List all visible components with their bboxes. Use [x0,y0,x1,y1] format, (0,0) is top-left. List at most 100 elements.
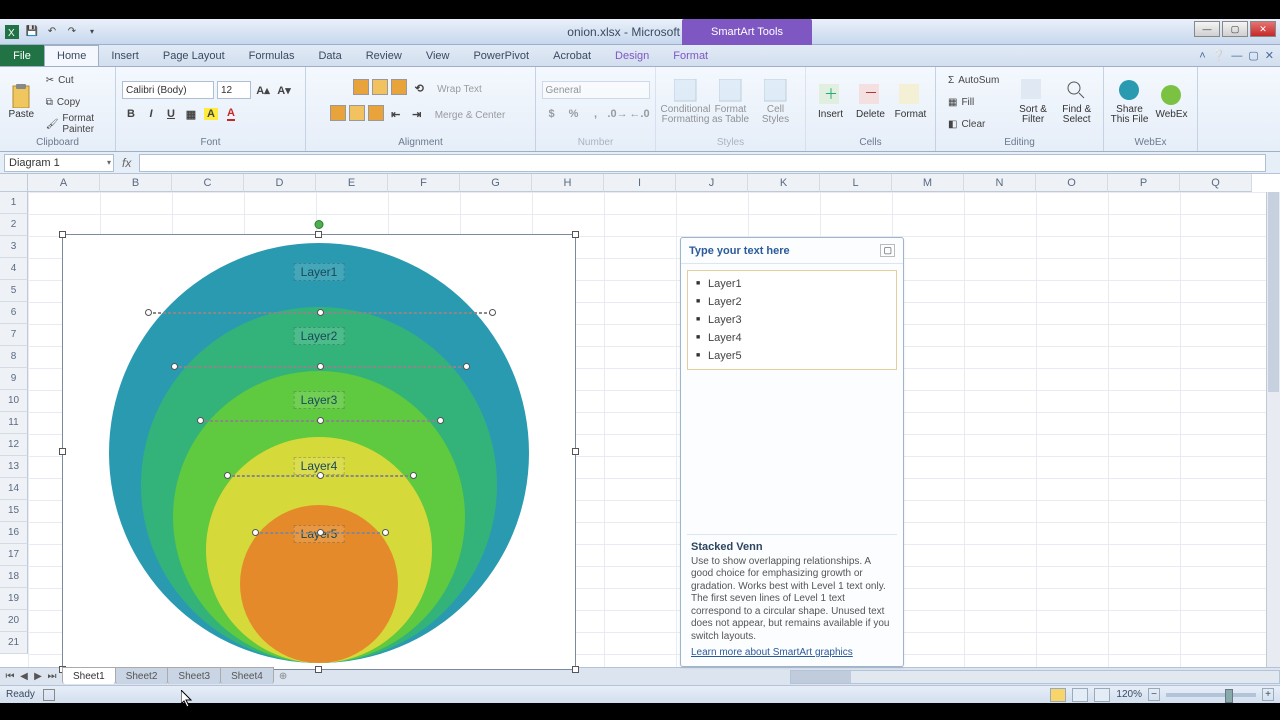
venn-label-1[interactable]: Layer1 [294,263,345,281]
format-cells-button[interactable]: Format [892,69,929,135]
shape-handle[interactable] [317,363,324,370]
column-header[interactable]: P [1108,174,1180,192]
row-header[interactable]: 15 [0,500,28,522]
increase-decimal-button[interactable]: .0→ [609,105,627,123]
row-header[interactable]: 16 [0,522,28,544]
font-size-dropdown[interactable]: 12 [217,81,251,99]
currency-button[interactable]: $ [543,105,561,123]
undo-icon[interactable]: ↶ [44,24,60,40]
row-header[interactable]: 8 [0,346,28,368]
cut-button[interactable]: ✂Cut [40,70,109,90]
learn-more-link[interactable]: Learn more about SmartArt graphics [691,647,853,658]
fill-button[interactable]: ▦Fill [942,92,1010,112]
conditional-formatting-button[interactable]: Conditional Formatting [665,69,707,135]
row-header[interactable]: 14 [0,478,28,500]
new-sheet-button[interactable]: ⊕ [279,671,287,682]
underline-button[interactable]: U [162,105,180,123]
row-header[interactable]: 4 [0,258,28,280]
text-pane-item-1[interactable]: Layer1 [688,275,896,293]
tab-acrobat[interactable]: Acrobat [541,45,603,66]
minimize-ribbon-icon[interactable]: ˄ [1199,50,1205,62]
column-header[interactable]: K [748,174,820,192]
row-header[interactable]: 6 [0,302,28,324]
row-header[interactable]: 13 [0,456,28,478]
row-header[interactable]: 9 [0,368,28,390]
name-box[interactable]: Diagram 1▾ [4,154,114,172]
redo-icon[interactable]: ↷ [64,24,80,40]
resize-handle-s[interactable] [315,666,322,673]
bold-button[interactable]: B [122,105,140,123]
column-header[interactable]: O [1036,174,1108,192]
page-layout-view-button[interactable] [1072,688,1088,702]
select-all-corner[interactable] [0,174,28,192]
percent-button[interactable]: % [565,105,583,123]
tab-page-layout[interactable]: Page Layout [151,45,237,66]
column-header[interactable]: Q [1180,174,1252,192]
decrease-decimal-button[interactable]: ←.0 [631,105,649,123]
page-break-view-button[interactable] [1094,688,1110,702]
column-header[interactable]: B [100,174,172,192]
find-select-button[interactable]: Find & Select [1056,69,1097,135]
webex-button[interactable]: WebEx [1152,69,1191,135]
vertical-scrollbar[interactable] [1266,192,1280,667]
shape-handle[interactable] [197,417,204,424]
column-header[interactable]: I [604,174,676,192]
fx-icon[interactable]: fx [122,156,131,170]
shrink-font-button[interactable]: A▾ [275,81,293,99]
text-pane-item-5[interactable]: Layer5 [688,347,896,365]
zoom-level[interactable]: 120% [1116,689,1142,700]
column-header[interactable]: L [820,174,892,192]
increase-indent-button[interactable]: ⇥ [408,105,426,123]
text-pane-item-3[interactable]: Layer3 [688,311,896,329]
column-header[interactable]: H [532,174,604,192]
orientation-button[interactable]: ⟲ [410,79,428,97]
align-right-button[interactable] [368,105,384,121]
format-painter-button[interactable]: 🖌Format Painter [40,114,109,134]
workbook-minimize-icon[interactable]: — [1231,50,1242,62]
row-header[interactable]: 3 [0,236,28,258]
column-header[interactable]: A [28,174,100,192]
formula-bar-input[interactable] [139,154,1266,172]
number-format-dropdown[interactable]: General [542,81,650,99]
venn-label-3[interactable]: Layer3 [294,391,345,409]
next-sheet-icon[interactable]: ▶ [32,671,44,682]
row-header[interactable]: 20 [0,610,28,632]
column-header[interactable]: E [316,174,388,192]
workbook-close-icon[interactable]: ✕ [1265,49,1274,62]
merge-center-button[interactable]: Merge & Center [429,105,512,125]
zoom-slider[interactable] [1166,693,1256,697]
text-pane-list[interactable]: Layer1Layer2Layer3Layer4Layer5 [687,270,897,370]
row-header[interactable]: 7 [0,324,28,346]
save-icon[interactable]: 💾 [24,24,40,40]
font-name-dropdown[interactable]: Calibri (Body) [122,81,214,99]
rotation-handle[interactable] [315,220,324,229]
sheet-tab-sheet3[interactable]: Sheet3 [167,667,221,684]
grow-font-button[interactable]: A▴ [254,81,272,99]
help-icon[interactable]: ❔ [1212,49,1226,62]
sheet-tab-sheet1[interactable]: Sheet1 [62,667,116,684]
align-top-button[interactable] [353,79,369,95]
row-header[interactable]: 1 [0,192,28,214]
close-button[interactable]: ✕ [1250,21,1276,37]
resize-handle-e[interactable] [572,448,579,455]
clear-button[interactable]: ◧Clear [942,114,1010,134]
text-pane-item-4[interactable]: Layer4 [688,329,896,347]
excel-icon[interactable]: X [4,24,20,40]
resize-handle-w[interactable] [59,448,66,455]
tab-data[interactable]: Data [306,45,353,66]
fill-color-button[interactable]: A [202,105,220,123]
zoom-in-button[interactable]: + [1262,688,1274,701]
column-header[interactable]: J [676,174,748,192]
sheet-tab-sheet4[interactable]: Sheet4 [220,667,274,684]
sort-filter-button[interactable]: Sort & Filter [1013,69,1054,135]
zoom-out-button[interactable]: − [1148,688,1160,701]
row-header[interactable]: 12 [0,434,28,456]
border-button[interactable]: ▦ [182,105,200,123]
column-header[interactable]: M [892,174,964,192]
text-pane-item-2[interactable]: Layer2 [688,293,896,311]
shape-handle[interactable] [410,472,417,479]
shape-handle[interactable] [317,417,324,424]
tab-review[interactable]: Review [354,45,414,66]
shape-handle[interactable] [463,363,470,370]
tab-powerpivot[interactable]: PowerPivot [461,45,541,66]
